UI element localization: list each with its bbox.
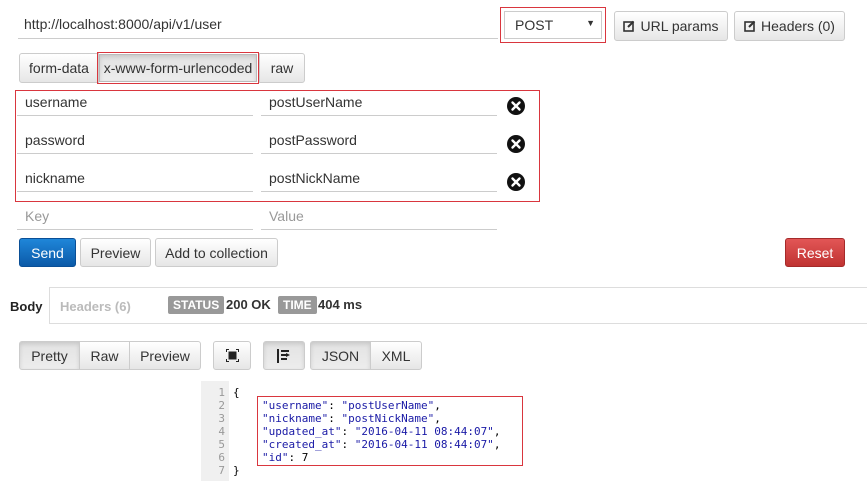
response-divider xyxy=(0,323,867,324)
status-value: 200 OK xyxy=(226,297,271,312)
tab-form-data-label: form-data xyxy=(29,60,89,76)
tab-x-www-form-urlencoded[interactable]: x-www-form-urlencoded xyxy=(99,54,257,82)
json-format-button[interactable]: JSON xyxy=(310,341,371,370)
tab-form-data[interactable]: form-data xyxy=(19,53,99,83)
line-number: 5 xyxy=(218,438,225,451)
send-button[interactable]: Send xyxy=(19,238,76,267)
param-value-input[interactable]: postUserName xyxy=(261,90,497,116)
headers-button[interactable]: Headers (0) xyxy=(734,11,845,41)
raw-view-button[interactable]: Raw xyxy=(79,341,130,370)
new-param-key-input[interactable]: Key xyxy=(17,204,253,230)
line-number: 2 xyxy=(218,399,225,412)
fullscreen-button[interactable] xyxy=(213,341,251,370)
time-badge: TIME xyxy=(278,296,317,314)
tab-response-headers[interactable]: Headers (6) xyxy=(60,299,131,314)
response-divider xyxy=(0,287,867,288)
line-number: 3 xyxy=(218,412,225,425)
url-input[interactable]: http://localhost:8000/api/v1/user xyxy=(18,8,498,39)
json-close-brace: } xyxy=(233,464,240,477)
preview-button[interactable]: Preview xyxy=(80,238,151,267)
add-to-collection-button[interactable]: Add to collection xyxy=(155,238,278,267)
response-highlight xyxy=(257,396,523,466)
circle-x-icon[interactable] xyxy=(507,135,525,153)
line-number: 7 xyxy=(218,464,225,477)
new-param-value-input[interactable]: Value xyxy=(261,204,497,230)
pretty-view-button[interactable]: Pretty xyxy=(19,341,80,370)
method-select[interactable]: POST ▼ xyxy=(504,11,602,39)
circle-x-icon[interactable] xyxy=(507,97,525,115)
line-number: 1 xyxy=(218,386,225,399)
time-value: 404 ms xyxy=(318,297,363,312)
param-value-input[interactable]: postPassword xyxy=(261,128,497,154)
tab-urlencoded-highlight: x-www-form-urlencoded xyxy=(97,52,259,84)
line-number: 4 xyxy=(218,425,225,438)
method-value: POST xyxy=(515,17,554,33)
pencil-square-icon xyxy=(623,20,635,32)
caret-down-icon: ▼ xyxy=(586,18,595,28)
status-badge: STATUS xyxy=(168,296,225,314)
wrap-lines-button[interactable] xyxy=(263,341,305,370)
reset-button[interactable]: Reset xyxy=(785,238,845,267)
tab-raw[interactable]: raw xyxy=(259,53,305,83)
circle-x-icon[interactable] xyxy=(507,173,525,191)
param-key-input[interactable]: nickname xyxy=(17,166,253,192)
param-key-input[interactable]: username xyxy=(17,90,253,116)
param-key-input[interactable]: password xyxy=(17,128,253,154)
tab-response-body[interactable]: Body xyxy=(0,287,50,324)
preview-view-button[interactable]: Preview xyxy=(129,341,201,370)
xml-format-button[interactable]: XML xyxy=(370,341,422,370)
url-params-label: URL params xyxy=(640,18,719,34)
json-open-brace: { xyxy=(233,386,240,399)
headers-label: Headers (0) xyxy=(761,18,835,34)
word-wrap-icon xyxy=(277,348,290,363)
method-highlight: POST ▼ xyxy=(500,7,606,43)
tab-raw-label: raw xyxy=(270,60,294,76)
fullscreen-icon xyxy=(225,349,239,362)
url-params-button[interactable]: URL params xyxy=(614,11,728,41)
pencil-square-icon xyxy=(744,20,756,32)
line-number: 6 xyxy=(218,451,225,464)
param-value-input[interactable]: postNickName xyxy=(261,166,497,192)
